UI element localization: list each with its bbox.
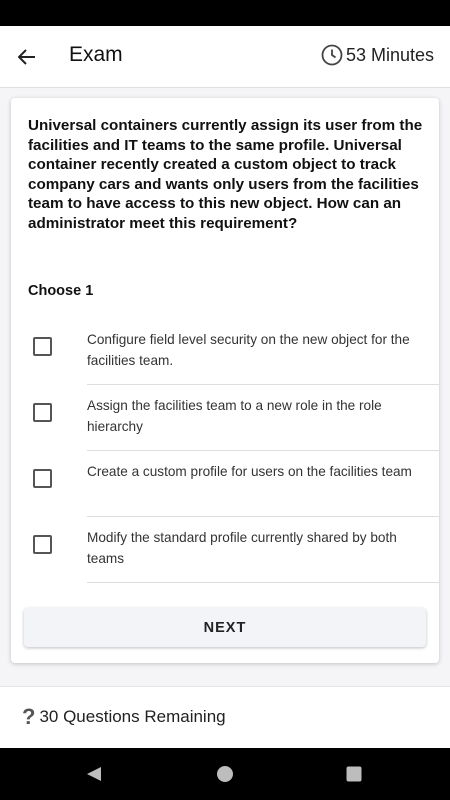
- answer-option[interactable]: Create a custom profile for users on the…: [11, 451, 439, 517]
- remaining-label: 30 Questions Remaining: [39, 707, 226, 726]
- timer-label: 53 Minutes: [345, 44, 434, 65]
- checkbox[interactable]: [33, 403, 52, 422]
- checkbox[interactable]: [33, 337, 52, 356]
- circle-home-icon: [217, 766, 233, 782]
- option-text: Create a custom profile for users on the…: [87, 464, 412, 479]
- arrow-left-icon: [18, 49, 35, 65]
- question-text: Universal containers currently assign it…: [28, 117, 423, 232]
- nav-recents-button[interactable]: [342, 762, 366, 786]
- checkbox[interactable]: [33, 469, 52, 488]
- triangle-back-icon: [87, 767, 101, 781]
- question-card: Universal containers currently assign it…: [11, 98, 439, 663]
- status-bar: [0, 0, 450, 26]
- clock-icon: [321, 44, 343, 66]
- page-title: Exam: [69, 43, 123, 66]
- question-mark-icon: ?: [22, 704, 36, 729]
- answer-option[interactable]: Configure field level security on the ne…: [11, 319, 439, 385]
- system-nav-bar: [0, 748, 450, 800]
- nav-home-button[interactable]: [213, 762, 237, 786]
- questions-remaining: ? 30 Questions Remaining: [22, 706, 226, 728]
- timer: 53 Minutes: [321, 44, 434, 66]
- option-text: Assign the facilities team to a new role…: [87, 398, 382, 434]
- divider: [87, 582, 439, 583]
- square-recents-icon: [346, 766, 362, 782]
- top-app-bar: Exam 53 Minutes: [0, 26, 450, 88]
- nav-back-button[interactable]: [82, 762, 106, 786]
- back-button[interactable]: [12, 42, 42, 72]
- choose-label: Choose 1: [28, 283, 94, 299]
- footer-bar: ? 30 Questions Remaining: [0, 686, 450, 748]
- app-screen: Exam 53 Minutes Universal containers cur…: [0, 26, 450, 748]
- answer-option[interactable]: Modify the standard profile currently sh…: [11, 517, 439, 583]
- option-text: Configure field level security on the ne…: [87, 332, 410, 368]
- answer-option[interactable]: Assign the facilities team to a new role…: [11, 385, 439, 451]
- option-text: Modify the standard profile currently sh…: [87, 530, 397, 566]
- next-button[interactable]: NEXT: [24, 608, 426, 647]
- checkbox[interactable]: [33, 535, 52, 554]
